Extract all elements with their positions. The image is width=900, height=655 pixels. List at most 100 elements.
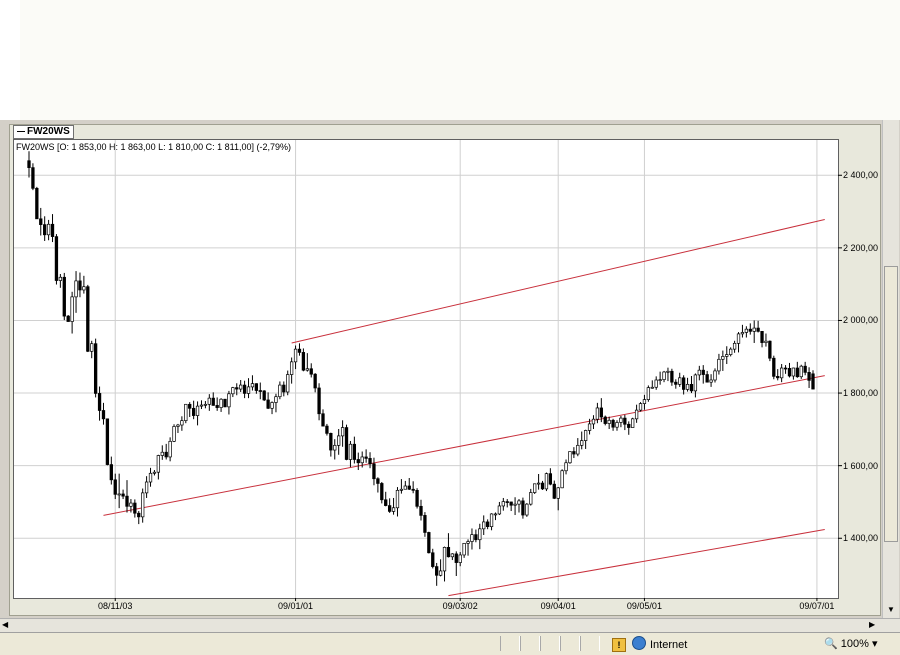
y-tick-label: 1 600,00 — [843, 460, 879, 471]
candle — [779, 364, 784, 383]
candle-body — [27, 160, 31, 168]
candle-body — [360, 456, 364, 464]
candle-body — [438, 570, 443, 576]
candle-body — [580, 440, 584, 446]
candle — [329, 432, 333, 457]
candle-body — [97, 393, 102, 411]
candle — [117, 473, 121, 509]
candle-body — [427, 532, 431, 554]
candle-body — [403, 485, 407, 490]
chevron-down-icon: ▾ — [871, 638, 878, 650]
candle-body — [376, 478, 380, 484]
candle-body — [623, 417, 627, 425]
candle-body — [313, 373, 317, 389]
candle — [623, 414, 627, 431]
candle-body — [348, 443, 353, 460]
candle — [607, 416, 611, 429]
candle — [642, 394, 647, 410]
candle-body — [286, 374, 290, 393]
candle-body — [536, 482, 541, 485]
candle-body — [583, 430, 588, 441]
candle-body — [615, 422, 619, 428]
y-tick-label: 1 400,00 — [843, 533, 879, 544]
candle-body — [242, 384, 247, 394]
candle-body — [572, 451, 576, 455]
candle-body — [658, 379, 662, 381]
candle — [403, 480, 407, 490]
candle-body — [705, 374, 709, 383]
candle — [681, 375, 686, 395]
candle — [113, 473, 117, 500]
scroll-left-arrow-icon[interactable]: ◀ — [2, 620, 8, 629]
candle — [27, 151, 31, 178]
candle — [509, 501, 513, 512]
candle-body — [505, 501, 509, 503]
candle — [39, 207, 43, 236]
warning-icon[interactable]: ! — [612, 638, 626, 652]
candle — [533, 483, 537, 494]
vertical-scrollbar-thumb[interactable] — [884, 266, 898, 542]
scroll-down-arrow-icon[interactable]: ▼ — [884, 604, 898, 616]
candle — [552, 480, 556, 500]
candle-body — [419, 505, 423, 516]
candle — [450, 553, 455, 561]
candle-body — [191, 407, 196, 416]
horizontal-scrollbar[interactable]: ◀ ▶ — [0, 618, 900, 633]
candle — [344, 424, 349, 461]
candle — [556, 487, 560, 511]
candle-body — [337, 435, 341, 446]
candle — [482, 515, 486, 535]
candle — [160, 445, 164, 460]
candle — [231, 386, 235, 398]
candle — [580, 431, 584, 450]
candle — [799, 364, 803, 379]
candle-body — [176, 424, 180, 427]
candle — [372, 457, 376, 486]
candle-body — [717, 358, 721, 372]
candle-body — [435, 566, 439, 576]
candle — [564, 459, 568, 475]
candle — [399, 479, 404, 494]
candle-body — [387, 505, 392, 512]
candle-body — [599, 407, 603, 418]
candle-body — [164, 451, 168, 458]
candle-body — [603, 416, 607, 424]
candle-body — [525, 503, 529, 516]
status-cell — [500, 636, 520, 651]
y-tick-label: 2 000,00 — [843, 315, 879, 326]
candle-body — [670, 370, 674, 383]
candle — [658, 371, 662, 385]
candle — [144, 476, 149, 498]
candle-body — [309, 368, 313, 375]
candle-body — [86, 286, 90, 352]
candle — [156, 454, 161, 480]
candle-body — [454, 553, 458, 563]
candle-body — [82, 286, 86, 291]
candle — [776, 369, 780, 381]
candle-body — [442, 546, 447, 572]
candle — [725, 346, 729, 365]
trend-channel-line — [103, 375, 825, 516]
vertical-scrollbar[interactable]: ▼ — [882, 120, 899, 618]
candle — [536, 474, 541, 490]
candle — [772, 355, 776, 380]
security-zone[interactable]: Internet — [632, 636, 687, 653]
candle — [807, 367, 811, 388]
zoom-control[interactable]: 🔍 100% ▾ — [824, 637, 878, 650]
candle-body — [203, 403, 208, 406]
candle-body — [627, 423, 631, 428]
candle — [289, 357, 294, 384]
candle — [227, 390, 231, 415]
candle-body — [356, 459, 360, 464]
candle — [717, 353, 721, 375]
candle — [709, 374, 713, 387]
candle-body — [380, 483, 384, 501]
candle-body — [619, 417, 623, 423]
candle — [43, 216, 47, 241]
candle-body — [415, 489, 419, 507]
candle-body — [46, 223, 51, 236]
scroll-right-arrow-icon[interactable]: ▶ — [869, 620, 875, 629]
candle — [207, 394, 211, 411]
candle — [791, 367, 796, 380]
candle-body — [270, 402, 274, 409]
